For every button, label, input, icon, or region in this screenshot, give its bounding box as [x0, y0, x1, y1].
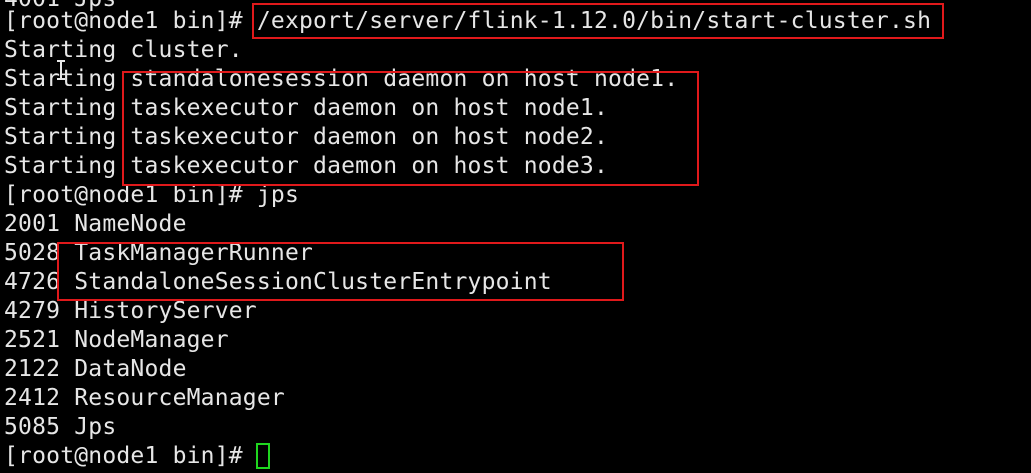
terminal-line: 5085 Jps	[4, 414, 117, 440]
text-cursor-icon	[57, 60, 65, 80]
terminal-line: 2001 NameNode	[4, 211, 187, 237]
terminal-line: 2521 NodeManager	[4, 327, 229, 353]
terminal-line: Starting taskexecutor daemon on host nod…	[4, 153, 609, 179]
terminal-cursor[interactable]	[256, 443, 270, 469]
terminal-prompt-line: [root@node1 bin]#	[4, 443, 257, 469]
terminal-line: 2122 DataNode	[4, 356, 187, 382]
terminal-window[interactable]: 4001 Jps [root@node1 bin]# /export/serve…	[0, 0, 1031, 473]
terminal-line: Starting taskexecutor daemon on host nod…	[4, 95, 609, 121]
terminal-line: 2412 ResourceManager	[4, 385, 285, 411]
terminal-line: Starting cluster.	[4, 37, 243, 63]
terminal-line: [root@node1 bin]# jps	[4, 182, 299, 208]
terminal-line: 4726 StandaloneSessionClusterEntrypoint	[4, 269, 552, 295]
terminal-line: 4279 HistoryServer	[4, 298, 257, 324]
terminal-line: Starting standalonesession daemon on hos…	[4, 66, 679, 92]
terminal-line: [root@node1 bin]# /export/server/flink-1…	[4, 8, 932, 34]
terminal-line: 5028 TaskManagerRunner	[4, 240, 314, 266]
terminal-line: Starting taskexecutor daemon on host nod…	[4, 124, 609, 150]
